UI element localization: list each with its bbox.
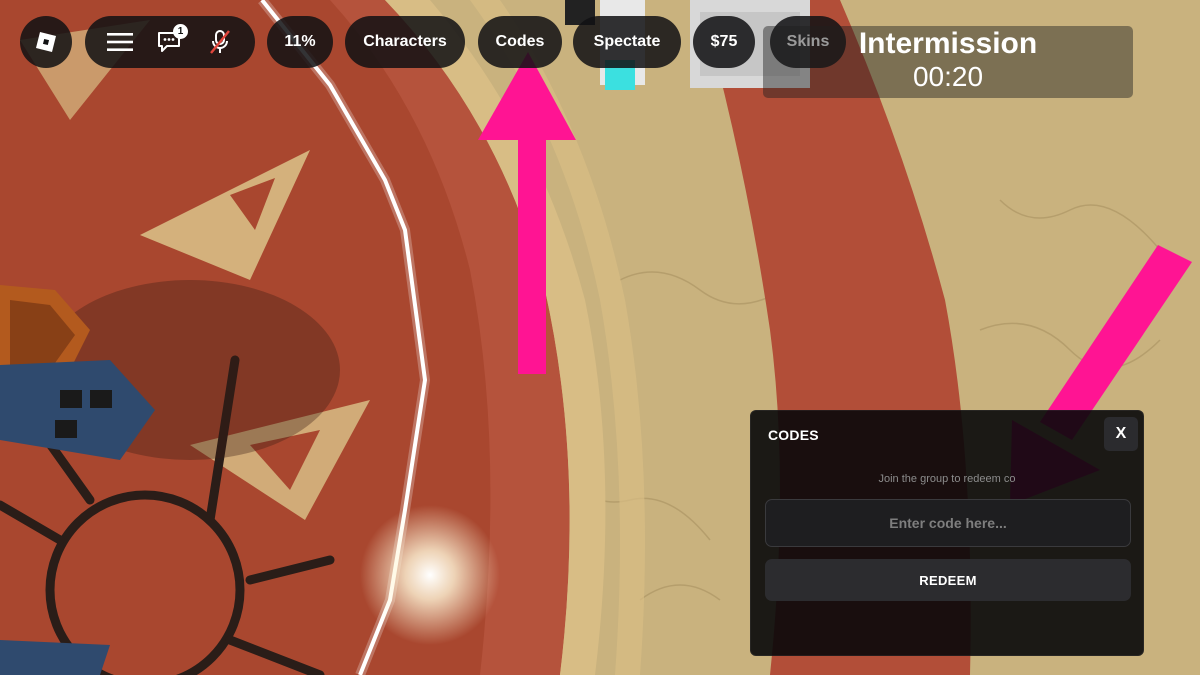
light-glow [360,505,500,645]
spectate-button[interactable]: Spectate [573,16,681,68]
close-button[interactable]: X [1104,417,1138,451]
microphone-muted-icon [210,30,230,54]
chat-button[interactable]: 1 [150,22,190,62]
topbar-cluster: 1 [85,16,255,68]
hamburger-menu-icon [107,33,133,51]
chat-badge: 1 [173,24,188,39]
roblox-logo-icon [36,32,56,52]
money-button[interactable]: $75 [693,16,755,68]
menu-button[interactable] [100,22,140,62]
intermission-timer: 00:20 [912,61,984,92]
codes-panel: CODES X Join the group to redeem co REDE… [750,410,1144,656]
codes-panel-title: CODES [768,427,819,443]
microphone-button[interactable] [200,22,240,62]
intermission-status: Intermission 00:20 [763,26,1133,98]
percent-button[interactable]: 11% [267,16,333,68]
codes-hint-text: Join the group to redeem co [878,473,1016,485]
characters-button[interactable]: Characters [345,16,465,68]
codes-button[interactable]: Codes [478,16,562,68]
intermission-title: Intermission [858,27,1038,60]
redeem-button[interactable]: REDEEM [765,559,1131,601]
code-input[interactable] [765,499,1131,547]
roblox-logo-button[interactable] [20,16,72,68]
